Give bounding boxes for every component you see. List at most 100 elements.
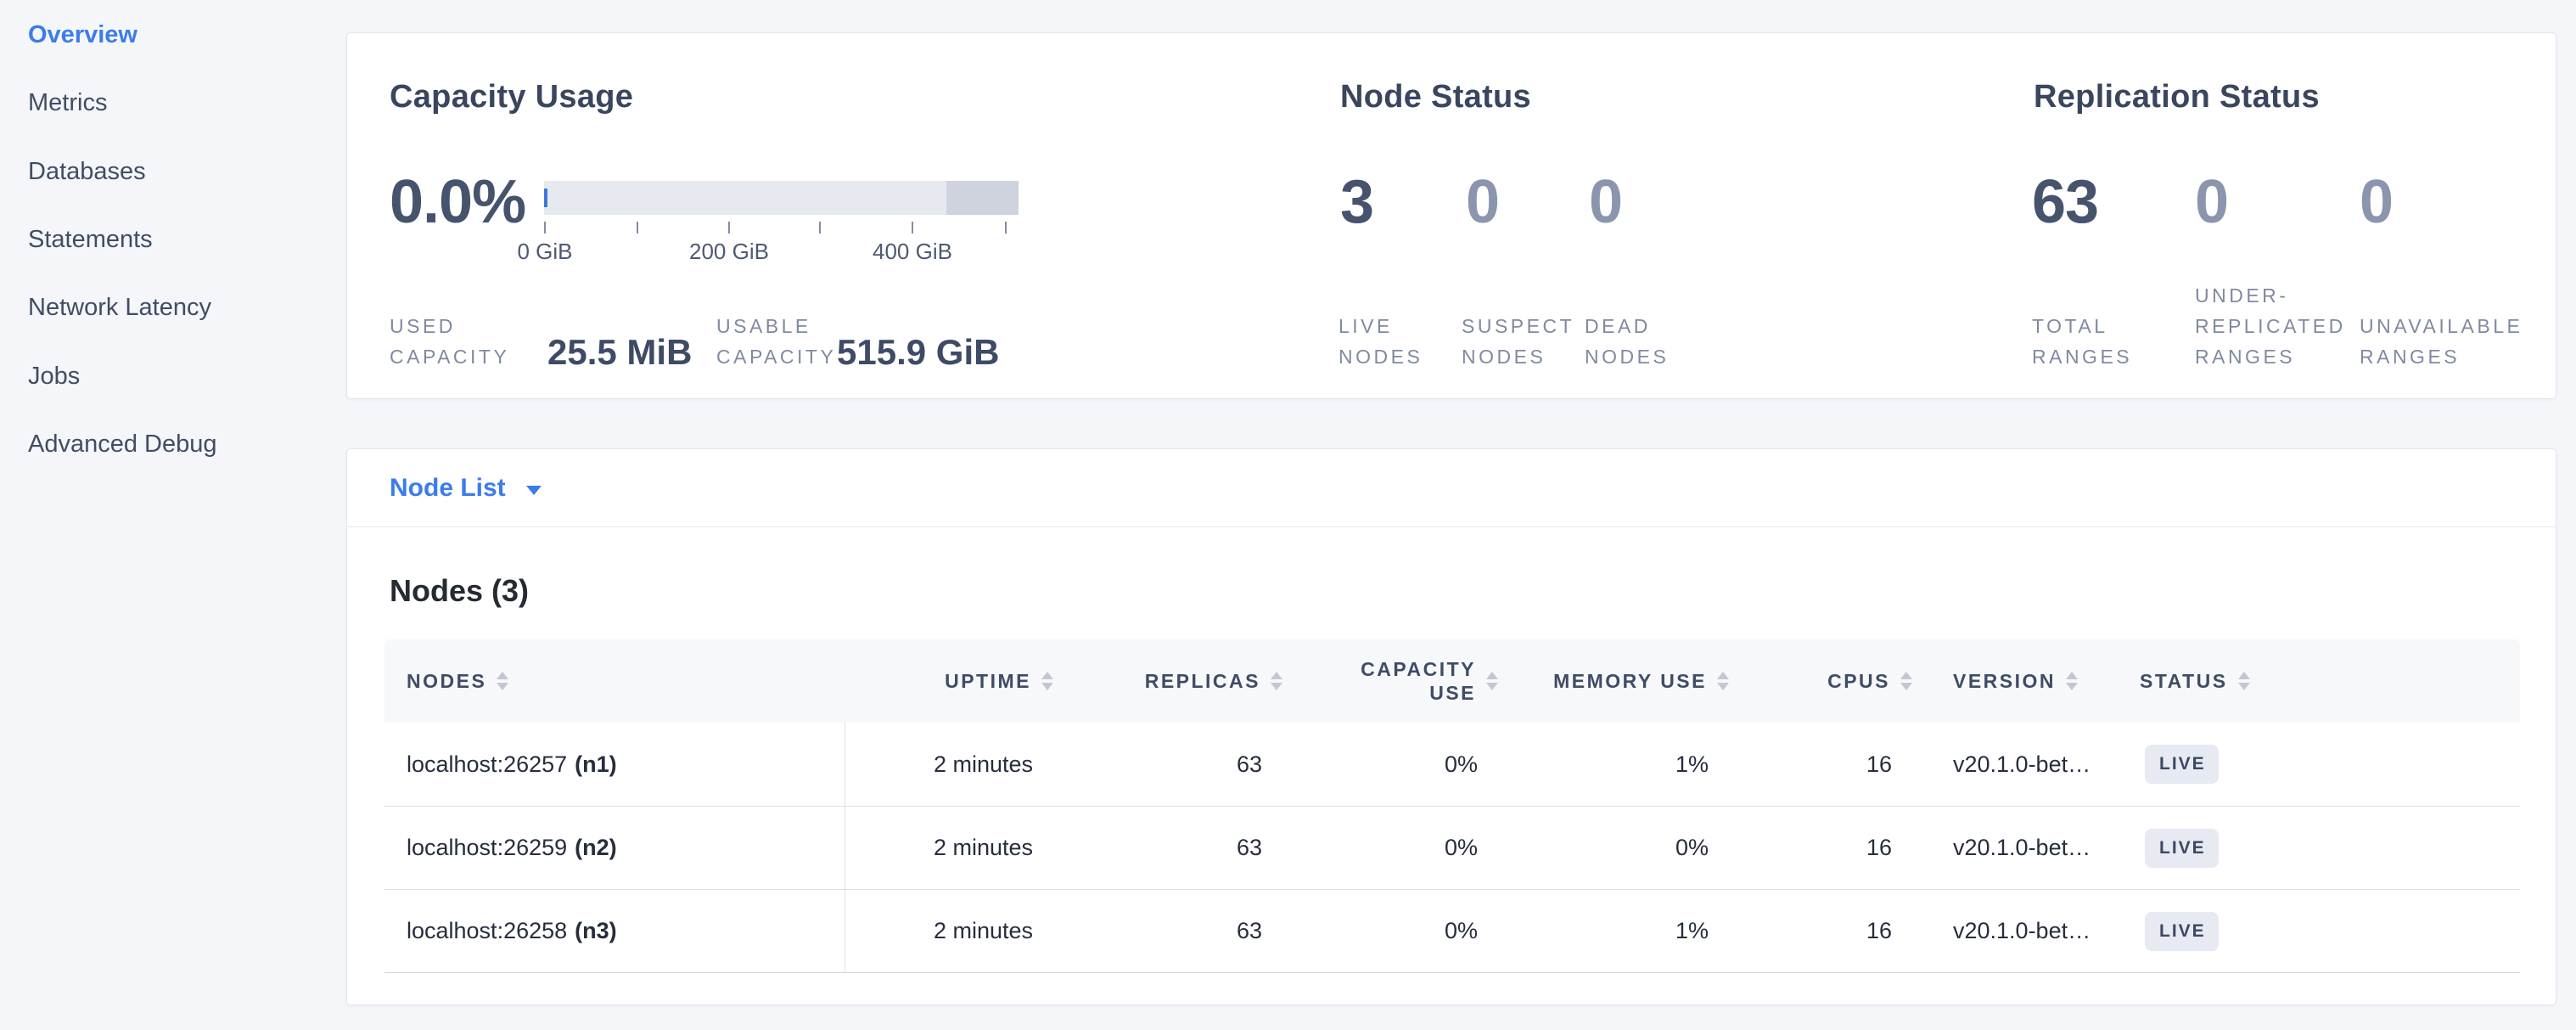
under-replicated-label-line1: UNDER- <box>2195 280 2346 311</box>
capacity-used-percent: 0.0% <box>390 171 525 234</box>
memory-use-cell: 1% <box>1498 890 1729 972</box>
total-ranges-label-line1: TOTAL <box>2032 311 2132 341</box>
sidebar-item-statements[interactable]: Statements <box>28 222 153 257</box>
column-header-label: CAPACITY USE <box>1361 657 1476 705</box>
sort-icon <box>497 672 508 690</box>
live-nodes-label-line1: LIVE <box>1339 311 1423 341</box>
live-nodes-label-line2: NODES <box>1339 341 1423 372</box>
nodes-table-header: NODES UPTIME REPLICAS CAPACITY USE MEMOR… <box>384 639 2520 723</box>
capacity-gauge <box>544 181 1019 215</box>
version-cell: v20.1.0-bet… <box>1912 807 2136 889</box>
gauge-tick <box>637 222 638 234</box>
cpus-cell: 16 <box>1729 723 1912 806</box>
node-list-dropdown-label: Node List <box>390 474 506 503</box>
suspect-nodes-label: SUSPECT NODES <box>1462 311 1574 372</box>
node-address: localhost:26258 <box>407 918 567 944</box>
column-header-capacity-use[interactable]: CAPACITY USE <box>1282 639 1498 723</box>
column-header-label: STATUS <box>2140 670 2228 693</box>
under-replicated-ranges-label: UNDER- REPLICATED RANGES <box>2195 280 2346 372</box>
nodes-heading: Nodes (3) <box>390 573 529 609</box>
node-address-link[interactable]: localhost:26259 (n2) <box>384 807 845 889</box>
suspect-nodes-label-line2: NODES <box>1462 341 1574 372</box>
gauge-tick <box>728 222 730 234</box>
replicas-cell: 63 <box>1053 723 1282 806</box>
node-address: localhost:26257 <box>407 751 567 778</box>
used-capacity-value: 25.5 MiB <box>547 332 692 373</box>
dead-nodes-label: DEAD NODES <box>1585 311 1669 372</box>
total-ranges-label: TOTAL RANGES <box>2032 311 2132 372</box>
gauge-used-marker <box>544 189 547 207</box>
node-address-link[interactable]: localhost:26257 (n1) <box>384 723 845 806</box>
version-cell: v20.1.0-bet… <box>1912 723 2136 806</box>
sort-icon <box>1041 672 1053 690</box>
used-capacity-label-line2: CAPACITY <box>390 341 509 372</box>
sidebar-item-network-latency[interactable]: Network Latency <box>28 290 211 325</box>
dead-nodes-label-line1: DEAD <box>1585 311 1669 341</box>
sort-icon <box>1271 672 1282 690</box>
replicas-cell: 63 <box>1053 890 1282 972</box>
sort-icon <box>1486 672 1498 690</box>
node-id: (n2) <box>575 835 617 861</box>
usable-capacity-label: USABLE CAPACITY <box>716 311 836 372</box>
gauge-tick-label: 0 GiB <box>460 239 630 265</box>
gauge-tick <box>819 222 821 234</box>
total-ranges-count: 63 <box>2032 171 2098 234</box>
column-header-label: CPUS <box>1827 670 1890 693</box>
node-address: localhost:26259 <box>407 835 567 861</box>
node-status-title: Node Status <box>1340 79 1531 115</box>
status-cell: LIVE <box>2136 723 2520 806</box>
table-row[interactable]: localhost:26258 (n3) 2 minutes 63 0% 1% … <box>384 889 2520 972</box>
table-row[interactable]: localhost:26259 (n2) 2 minutes 63 0% 0% … <box>384 806 2520 889</box>
cpus-cell: 16 <box>1729 890 1912 972</box>
column-header-uptime[interactable]: UPTIME <box>845 639 1053 723</box>
sidebar-item-databases[interactable]: Databases <box>28 154 146 189</box>
column-header-label: MEMORY USE <box>1553 670 1707 693</box>
column-header-label-line1: CAPACITY <box>1361 658 1476 680</box>
column-header-replicas[interactable]: REPLICAS <box>1053 639 1282 723</box>
column-header-label: REPLICAS <box>1145 670 1260 693</box>
capacity-use-cell: 0% <box>1282 807 1498 889</box>
under-replicated-label-line2: REPLICATED <box>2195 311 2346 341</box>
cluster-summary-card: Capacity Usage 0.0% 0 GiB 200 GiB 400 Gi… <box>346 32 2556 399</box>
sort-icon <box>2066 672 2078 690</box>
node-list-selector-strip: Node List <box>347 449 2556 527</box>
gauge-tick <box>544 222 546 234</box>
column-header-memory-use[interactable]: MEMORY USE <box>1498 639 1729 723</box>
table-row[interactable]: localhost:26257 (n1) 2 minutes 63 0% 1% … <box>384 723 2520 806</box>
version-cell: v20.1.0-bet… <box>1912 890 2136 972</box>
sidebar-item-overview[interactable]: Overview <box>28 17 137 53</box>
status-cell: LIVE <box>2136 890 2520 972</box>
sidebar-item-jobs[interactable]: Jobs <box>28 358 80 394</box>
uptime-cell: 2 minutes <box>845 890 1053 972</box>
node-list-dropdown[interactable]: Node List <box>390 449 542 527</box>
cpus-cell: 16 <box>1729 807 1912 889</box>
unavailable-ranges-label: UNAVAILABLE RANGES <box>2360 311 2523 372</box>
node-address-link[interactable]: localhost:26258 (n3) <box>384 890 845 972</box>
column-header-label: NODES <box>407 670 486 693</box>
chevron-down-icon <box>526 486 542 495</box>
suspect-nodes-label-line1: SUSPECT <box>1462 311 1574 341</box>
column-header-label: VERSION <box>1953 670 2056 693</box>
column-header-cpus[interactable]: CPUS <box>1729 639 1912 723</box>
gauge-tick-label: 400 GiB <box>828 239 997 265</box>
column-header-status[interactable]: STATUS <box>2136 639 2520 723</box>
used-capacity-label-line1: USED <box>390 311 509 341</box>
total-ranges-label-line2: RANGES <box>2032 341 2132 372</box>
node-id: (n3) <box>575 918 617 944</box>
usable-capacity-value: 515.9 GiB <box>837 332 999 373</box>
column-header-version[interactable]: VERSION <box>1912 639 2136 723</box>
sidebar-item-metrics[interactable]: Metrics <box>28 85 107 121</box>
node-id: (n1) <box>575 751 617 778</box>
node-list-card: Node List Nodes (3) NODES UPTIME REPLICA… <box>346 448 2556 1005</box>
status-badge: LIVE <box>2145 745 2219 784</box>
under-replicated-label-line3: RANGES <box>2195 341 2346 372</box>
nodes-table-body: localhost:26257 (n1) 2 minutes 63 0% 1% … <box>384 723 2520 973</box>
column-header-nodes[interactable]: NODES <box>384 639 845 723</box>
column-header-label-line2: USE <box>1429 682 1476 704</box>
used-capacity-label: USED CAPACITY <box>390 311 509 372</box>
gauge-tick-label: 200 GiB <box>644 239 814 265</box>
unavailable-label-line2: RANGES <box>2360 341 2523 372</box>
uptime-cell: 2 minutes <box>845 723 1053 806</box>
sidebar-item-advanced-debug[interactable]: Advanced Debug <box>28 426 217 462</box>
nodes-table: NODES UPTIME REPLICAS CAPACITY USE MEMOR… <box>384 639 2520 973</box>
